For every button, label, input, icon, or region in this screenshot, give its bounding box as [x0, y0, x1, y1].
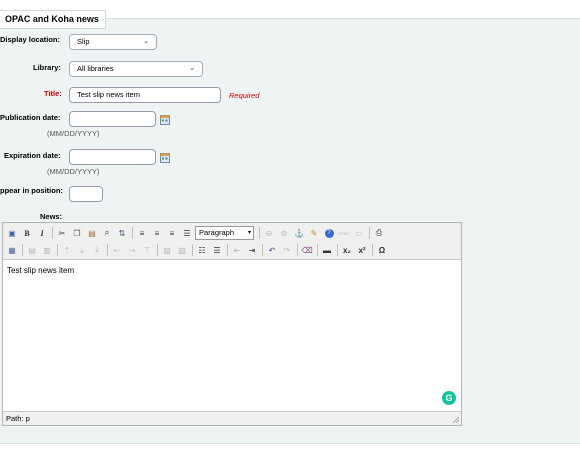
toolbar-separator — [57, 244, 58, 256]
toolbar-separator — [227, 244, 228, 256]
toolbar-separator — [52, 227, 53, 239]
paste-icon[interactable]: ▤ — [85, 226, 99, 240]
find-icon[interactable]: ⌕ — [100, 226, 114, 240]
image-icon[interactable]: ▭ — [352, 226, 366, 240]
publication-date-hint: (MM/DD/YYYY) — [47, 129, 100, 138]
table-icon[interactable]: ▦ — [5, 243, 19, 257]
anchor-icon[interactable]: ⚓ — [292, 226, 306, 240]
element-path: Path: p — [6, 414, 30, 423]
help-icon[interactable]: ? — [322, 226, 336, 240]
insert-row-after-icon[interactable]: ⇣ — [75, 243, 89, 257]
toolbar-separator — [372, 244, 373, 256]
unlink-icon[interactable]: ⊘ — [277, 226, 291, 240]
undo-icon[interactable]: ↶ — [265, 243, 279, 257]
indent-icon[interactable]: ⇥ — [245, 243, 259, 257]
numbered-list-icon[interactable]: ☰ — [210, 243, 224, 257]
insert-col-after-icon[interactable]: ⇢ — [125, 243, 139, 257]
link-icon[interactable]: ⊖ — [262, 226, 276, 240]
remove-format-icon[interactable]: ⌫ — [300, 243, 314, 257]
delete-row-icon[interactable]: ⤓ — [90, 243, 104, 257]
chevron-down-icon: ⌄ — [189, 65, 195, 72]
superscript-icon[interactable]: x² — [355, 243, 369, 257]
bold-icon[interactable]: B — [20, 226, 34, 240]
special-char-icon[interactable]: Ω — [375, 243, 389, 257]
calendar-icon[interactable] — [160, 153, 170, 163]
outdent-icon[interactable]: ⇤ — [230, 243, 244, 257]
display-location-select[interactable]: Slip ⌄ — [69, 34, 157, 50]
resize-handle-icon[interactable] — [453, 417, 459, 423]
toolbar-separator — [22, 244, 23, 256]
library-select[interactable]: All libraries ⌄ — [69, 61, 203, 77]
italic-icon[interactable]: I — [35, 226, 49, 240]
cleanup-icon[interactable]: ✎ — [307, 226, 321, 240]
position-input[interactable] — [69, 186, 103, 202]
chevron-down-icon: ⌄ — [143, 38, 149, 45]
replace-icon[interactable]: ⇅ — [115, 226, 129, 240]
fieldset-legend: OPAC and Koha news — [0, 10, 106, 29]
cell-props-icon[interactable]: ▥ — [40, 243, 54, 257]
align-left-icon[interactable]: ≡ — [135, 226, 149, 240]
news-edit-page: OPAC and Koha news Display location: Sli… — [0, 0, 580, 450]
redo-icon[interactable]: ↷ — [280, 243, 294, 257]
align-center-icon[interactable]: ≡ — [150, 226, 164, 240]
rich-text-editor[interactable]: ▣ B I ✂ ❐ ▤ ⌕ ⇅ ≡ ≡ ≡ ☰ Paragraph ▾ ⊖ ⊘ … — [2, 222, 462, 426]
expiration-date-input[interactable] — [69, 149, 156, 165]
expiration-date-label: Expiration date: — [4, 151, 61, 160]
library-value: All libraries — [77, 64, 114, 73]
toolbar-row-2: ▦ ▤ ▥ ⇡ ⇣ ⤓ ⇠ ⇢ ⊤ ▨ ▧ ☷ ☰ ⇤ ⇥ ↶ ↷ ⌫ ▬ x₂… — [5, 242, 390, 258]
toolbar-separator — [259, 227, 260, 239]
required-text: Required — [229, 91, 260, 100]
bullet-list-icon[interactable]: ☷ — [195, 243, 209, 257]
insert-row-before-icon[interactable]: ⇡ — [60, 243, 74, 257]
toolbar-separator — [297, 244, 298, 256]
toolbar-separator — [337, 244, 338, 256]
format-select[interactable]: Paragraph ▾ — [195, 226, 254, 240]
print-icon[interactable]: ⎙ — [372, 226, 386, 240]
title-input[interactable]: Test slip news item — [69, 87, 221, 103]
row-props-icon[interactable]: ▤ — [25, 243, 39, 257]
chevron-down-icon: ▾ — [247, 230, 251, 236]
news-label: News: — [40, 212, 63, 221]
toolbar-row-1: ▣ B I ✂ ❐ ▤ ⌕ ⇅ ≡ ≡ ≡ ☰ Paragraph ▾ ⊖ ⊘ … — [5, 225, 387, 241]
merge-cells-icon[interactable]: ▧ — [175, 243, 189, 257]
toolbar-separator — [192, 244, 193, 256]
calendar-icon[interactable] — [160, 115, 170, 125]
split-cells-icon[interactable]: ▨ — [160, 243, 174, 257]
editor-toolbar: ▣ B I ✂ ❐ ▤ ⌕ ⇅ ≡ ≡ ≡ ☰ Paragraph ▾ ⊖ ⊘ … — [3, 223, 461, 260]
format-value: Paragraph — [199, 228, 235, 237]
horizontal-rule-icon[interactable]: ▬ — [320, 243, 334, 257]
copy-icon[interactable]: ❐ — [70, 226, 84, 240]
editor-statusbar: Path: p — [3, 411, 461, 425]
position-label: ppear in position: — [0, 186, 63, 195]
toolbar-separator — [157, 244, 158, 256]
cut-icon[interactable]: ✂ — [55, 226, 69, 240]
title-label: Title: — [44, 89, 62, 98]
toolbar-separator — [262, 244, 263, 256]
grammarly-icon[interactable]: G — [442, 391, 456, 405]
publication-date-label: Publication date: — [0, 113, 61, 122]
subscript-icon[interactable]: x₂ — [340, 243, 354, 257]
toolbar-separator — [107, 244, 108, 256]
align-right-icon[interactable]: ≡ — [165, 226, 179, 240]
editor-content[interactable]: Test slip news item — [7, 266, 74, 275]
align-justify-icon[interactable]: ☰ — [180, 226, 194, 240]
library-label: Library: — [33, 63, 61, 72]
display-location-label: Display location: — [0, 35, 61, 44]
display-location-value: Slip — [77, 37, 90, 46]
insert-col-before-icon[interactable]: ⇠ — [110, 243, 124, 257]
toolbar-separator — [369, 227, 370, 239]
toolbar-separator — [132, 227, 133, 239]
publication-date-input[interactable] — [69, 111, 156, 127]
expiration-date-hint: (MM/DD/YYYY) — [47, 167, 100, 176]
delete-col-icon[interactable]: ⊤ — [140, 243, 154, 257]
toolbar-separator — [317, 244, 318, 256]
save-icon[interactable]: ▣ — [5, 226, 19, 240]
html-icon[interactable]: HTML — [337, 226, 351, 240]
